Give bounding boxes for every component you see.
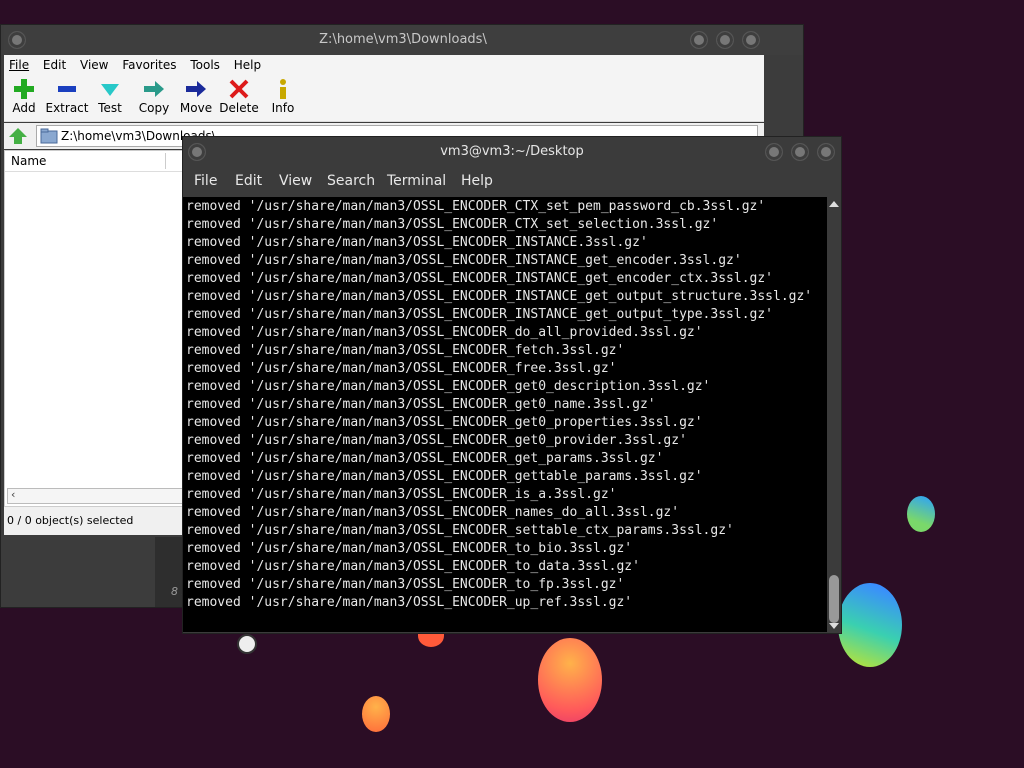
- folder-icon: [40, 128, 58, 147]
- scroll-left-icon[interactable]: ‹: [11, 488, 15, 501]
- horizontal-scrollbar[interactable]: ‹: [7, 488, 187, 504]
- menu-tools[interactable]: Tools: [185, 55, 225, 72]
- menu-help[interactable]: Help: [229, 55, 266, 72]
- terminal-line: removed '/usr/share/man/man3/OSSL_ENCODE…: [186, 217, 719, 232]
- terminal-window[interactable]: vm3@vm3:~/Desktop File Edit View Search …: [182, 136, 842, 634]
- terminal-line: removed '/usr/share/man/man3/OSSL_ENCODE…: [186, 235, 648, 250]
- add-icon: [2, 77, 46, 101]
- copy-button[interactable]: Copy: [132, 77, 176, 115]
- scroll-up-icon[interactable]: [829, 201, 839, 207]
- info-icon: [261, 77, 305, 101]
- menu-search[interactable]: Search: [327, 173, 375, 189]
- bubble-decoration: [362, 696, 390, 732]
- terminal-line: removed '/usr/share/man/man3/OSSL_ENCODE…: [186, 595, 633, 610]
- terminal-title: vm3@vm3:~/Desktop: [440, 144, 584, 159]
- scrollbar-thumb[interactable]: [829, 575, 839, 623]
- file-manager-toolbar: Add Extract Test Copy Move Delete Info: [4, 75, 764, 122]
- terminal-line: removed '/usr/share/man/man3/OSSL_ENCODE…: [186, 415, 703, 430]
- move-button[interactable]: Move: [174, 77, 218, 115]
- terminal-line: removed '/usr/share/man/man3/OSSL_ENCODE…: [186, 469, 703, 484]
- terminal-line: removed '/usr/share/man/man3/OSSL_ENCODE…: [186, 433, 687, 448]
- busy-cursor-icon: [237, 634, 257, 654]
- window-menu-button[interactable]: [8, 31, 26, 49]
- menu-favorites[interactable]: Favorites: [117, 55, 181, 72]
- terminal-line: removed '/usr/share/man/man3/OSSL_ENCODE…: [186, 289, 813, 304]
- menu-file[interactable]: File: [194, 173, 217, 189]
- terminal-menubar: File Edit View Search Terminal Help: [183, 167, 841, 197]
- terminal-line: removed '/usr/share/man/man3/OSSL_ENCODE…: [186, 343, 625, 358]
- status-bar: 0 / 0 object(s) selected: [4, 507, 189, 535]
- extract-icon: [45, 77, 89, 101]
- terminal-line: removed '/usr/share/man/man3/OSSL_ENCODE…: [186, 271, 773, 286]
- copy-icon: [132, 77, 176, 101]
- move-icon: [174, 77, 218, 101]
- minimize-button[interactable]: [765, 143, 783, 161]
- terminal-line: removed '/usr/share/man/man3/OSSL_ENCODE…: [186, 451, 664, 466]
- terminal-line: removed '/usr/share/man/man3/OSSL_ENCODE…: [186, 505, 680, 520]
- minimize-button[interactable]: [690, 31, 708, 49]
- maximize-button[interactable]: [716, 31, 734, 49]
- menu-edit[interactable]: Edit: [38, 55, 71, 72]
- extract-button[interactable]: Extract: [45, 77, 89, 115]
- delete-button[interactable]: Delete: [217, 77, 261, 115]
- maximize-button[interactable]: [791, 143, 809, 161]
- terminal-output[interactable]: removed '/usr/share/man/man3/OSSL_ENCODE…: [183, 197, 827, 632]
- terminal-line: removed '/usr/share/man/man3/OSSL_ENCODE…: [186, 379, 711, 394]
- add-button[interactable]: Add: [2, 77, 46, 115]
- delete-icon: [217, 77, 261, 101]
- menu-edit[interactable]: Edit: [235, 173, 262, 189]
- terminal-line: removed '/usr/share/man/man3/OSSL_ENCODE…: [186, 541, 633, 556]
- file-manager-titlebar[interactable]: Z:\home\vm3\Downloads\: [4, 25, 802, 55]
- file-list[interactable]: Name ‹: [4, 150, 188, 507]
- terminal-line: removed '/usr/share/man/man3/OSSL_ENCODE…: [186, 487, 617, 502]
- terminal-titlebar[interactable]: vm3@vm3:~/Desktop: [183, 137, 841, 167]
- terminal-line: removed '/usr/share/man/man3/OSSL_ENCODE…: [186, 325, 703, 340]
- bubble-decoration: [838, 583, 902, 667]
- column-header-name[interactable]: Name: [5, 151, 187, 172]
- status-text: 0 / 0 object(s) selected: [7, 514, 134, 527]
- window-menu-button[interactable]: [188, 143, 206, 161]
- menu-view[interactable]: View: [75, 55, 113, 72]
- menu-file[interactable]: File: [4, 55, 34, 72]
- terminal-scrollbar[interactable]: [827, 197, 841, 632]
- terminal-line: removed '/usr/share/man/man3/OSSL_ENCODE…: [186, 577, 625, 592]
- terminal-line: removed '/usr/share/man/man3/OSSL_ENCODE…: [186, 361, 617, 376]
- test-icon: [88, 77, 132, 101]
- up-arrow-icon[interactable]: [8, 126, 28, 150]
- menu-terminal[interactable]: Terminal: [387, 173, 446, 189]
- menu-view[interactable]: View: [279, 173, 312, 189]
- info-button[interactable]: Info: [261, 77, 305, 115]
- terminal-line: removed '/usr/share/man/man3/OSSL_ENCODE…: [186, 199, 766, 214]
- bubble-decoration: [907, 496, 935, 532]
- test-button[interactable]: Test: [88, 77, 132, 115]
- terminal-line: removed '/usr/share/man/man3/OSSL_ENCODE…: [186, 523, 734, 538]
- menu-help[interactable]: Help: [461, 173, 493, 189]
- terminal-line: removed '/usr/share/man/man3/OSSL_ENCODE…: [186, 559, 640, 574]
- terminal-line: removed '/usr/share/man/man3/OSSL_ENCODE…: [186, 253, 742, 268]
- bubble-decoration: [538, 638, 602, 722]
- file-manager-title: Z:\home\vm3\Downloads\: [319, 32, 487, 47]
- close-button[interactable]: [742, 31, 760, 49]
- terminal-line: removed '/usr/share/man/man3/OSSL_ENCODE…: [186, 397, 656, 412]
- file-manager-menubar: File Edit View Favorites Tools Help: [4, 55, 764, 75]
- close-button[interactable]: [817, 143, 835, 161]
- terminal-line: removed '/usr/share/man/man3/OSSL_ENCODE…: [186, 307, 773, 322]
- scroll-down-icon[interactable]: [829, 623, 839, 629]
